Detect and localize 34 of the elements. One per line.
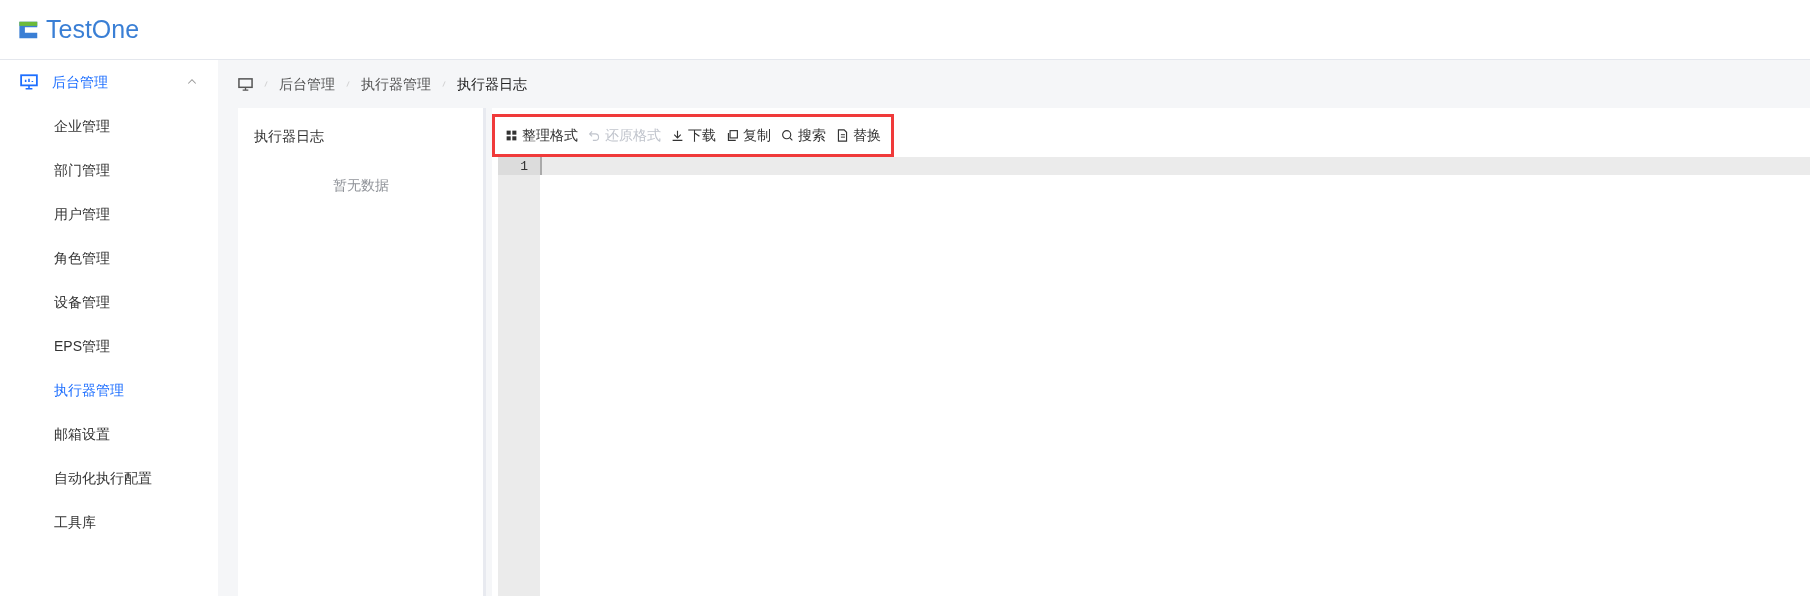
sidebar-item[interactable]: 邮箱设置 (0, 412, 218, 456)
toolbar-button[interactable]: 整理格式 (505, 125, 578, 146)
copy-icon (726, 129, 739, 142)
empty-text: 暂无数据 (331, 176, 390, 195)
breadcrumb-item[interactable]: 执行器管理 (361, 73, 431, 95)
toolbar-button[interactable]: 替换 (836, 125, 881, 146)
panel-title: 执行器日志 (254, 127, 325, 146)
slash-separator-icon (441, 78, 447, 90)
sidebar-item[interactable]: 企业管理 (0, 104, 218, 148)
sidebar-item[interactable]: 自动化执行配置 (0, 456, 218, 500)
sidebar-group[interactable]: 后台管理 (0, 60, 218, 104)
slash-separator-icon (263, 78, 269, 90)
sidebar-item[interactable]: EPS管理 (0, 324, 218, 368)
breadcrumb-item[interactable]: 后台管理 (279, 73, 335, 95)
sidebar-item[interactable]: 部门管理 (0, 148, 218, 192)
sidebar-item[interactable]: 执行器管理 (0, 368, 218, 412)
monitor-icon (20, 73, 38, 91)
slash-separator-icon (345, 78, 351, 90)
toolbar-button[interactable]: 搜索 (781, 125, 826, 146)
monitor-icon (238, 76, 253, 92)
sidebar-item[interactable]: 用户管理 (0, 192, 218, 236)
document-icon (836, 129, 849, 142)
sidebar-item[interactable]: 设备管理 (0, 280, 218, 324)
sidebar-item[interactable]: 角色管理 (0, 236, 218, 280)
undo-icon (588, 129, 601, 142)
line-number: 1 (498, 157, 540, 175)
breadcrumb-item: 执行器日志 (457, 74, 527, 94)
toolbar-button[interactable]: 下载 (671, 125, 716, 146)
logo-text: TestOne (46, 13, 140, 45)
sidebar-item[interactable]: 工具库 (0, 500, 218, 544)
search-icon (781, 129, 794, 142)
grid-icon (505, 129, 518, 142)
toolbar-button[interactable]: 复制 (726, 125, 771, 146)
download-icon (671, 129, 684, 142)
